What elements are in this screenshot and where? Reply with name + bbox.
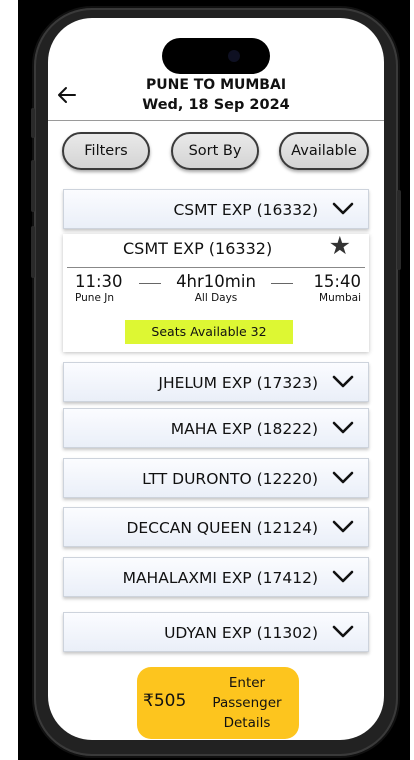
train-row[interactable]: JHELUM EXP (17323) <box>63 362 369 402</box>
mute-switch <box>31 108 35 138</box>
separator-line <box>271 283 293 284</box>
enter-passenger-details-button[interactable]: ₹505 Enter Passenger Details <box>137 667 299 739</box>
train-name: UDYAN EXP (11302) <box>164 624 318 642</box>
train-details-card: CSMT EXP (16332) ★ 11:30 4hr10min 15:40 … <box>63 231 369 352</box>
dynamic-island <box>162 38 270 74</box>
chevron-down-icon[interactable] <box>332 374 354 390</box>
button-label-line: Enter <box>228 675 266 691</box>
header-divider <box>48 120 384 121</box>
train-details-title: CSMT EXP (16332) <box>123 239 273 258</box>
volume-down-button <box>31 226 35 278</box>
train-name: DECCAN QUEEN (12124) <box>126 519 318 537</box>
button-label-line: Passenger <box>212 695 282 711</box>
chevron-down-icon[interactable] <box>332 420 354 436</box>
button-label-line: Details <box>223 715 271 731</box>
star-icon[interactable]: ★ <box>329 231 351 261</box>
train-name: MAHA EXP (18222) <box>170 420 318 438</box>
page-header: PUNE TO MUMBAI Wed, 18 Sep 2024 <box>48 76 384 118</box>
chevron-down-icon[interactable] <box>332 624 354 640</box>
train-row[interactable]: UDYAN EXP (11302) <box>63 612 369 652</box>
fare-price: ₹505 <box>143 691 187 711</box>
route-title: PUNE TO MUMBAI <box>145 77 287 93</box>
app-screen: PUNE TO MUMBAI Wed, 18 Sep 2024 Filters … <box>48 18 384 740</box>
power-button <box>397 190 401 270</box>
travel-date: Wed, 18 Sep 2024 <box>142 97 290 113</box>
arrival-time: 15:40 <box>313 272 361 291</box>
train-row[interactable]: CSMT EXP (16332) <box>63 189 369 229</box>
camera-icon <box>228 50 240 62</box>
train-name: CSMT EXP (16332) <box>173 201 318 219</box>
train-name: MAHALAXMI EXP (17412) <box>122 569 318 587</box>
train-row[interactable]: MAHALAXMI EXP (17412) <box>63 557 369 597</box>
to-station: Mumbai <box>319 292 361 304</box>
available-button[interactable]: Available <box>279 132 369 170</box>
volume-up-button <box>31 160 35 212</box>
train-name: JHELUM EXP (17323) <box>158 374 318 392</box>
sort-by-button[interactable]: Sort By <box>171 132 259 170</box>
seats-available-badge: Seats Available 32 <box>125 320 293 344</box>
train-row[interactable]: LTT DURONTO (12220) <box>63 458 369 498</box>
train-name: LTT DURONTO (12220) <box>142 470 318 488</box>
train-row[interactable]: DECCAN QUEEN (12124) <box>63 507 369 547</box>
chevron-up-icon[interactable] <box>332 201 354 217</box>
chevron-down-icon[interactable] <box>332 569 354 585</box>
train-row[interactable]: MAHA EXP (18222) <box>63 408 369 448</box>
button-label: Enter Passenger Details <box>199 673 295 733</box>
card-divider <box>67 267 365 268</box>
filters-button[interactable]: Filters <box>62 132 150 170</box>
chevron-down-icon[interactable] <box>332 470 354 486</box>
chevron-down-icon[interactable] <box>332 519 354 535</box>
